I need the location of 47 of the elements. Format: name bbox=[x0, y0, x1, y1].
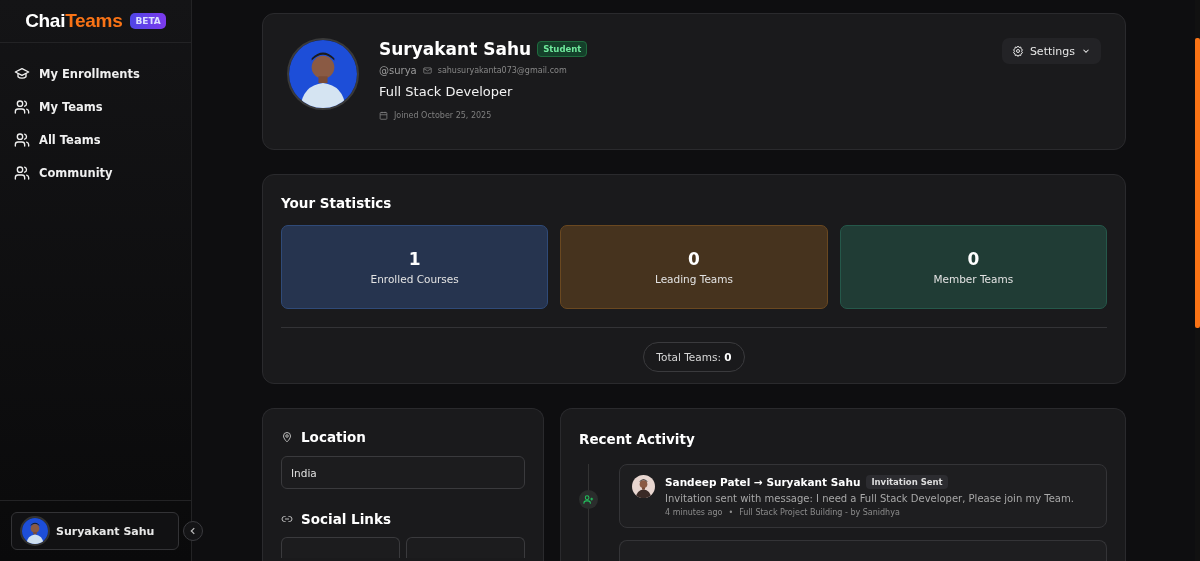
stat-label: Leading Teams bbox=[654, 272, 733, 285]
sidebar-item[interactable]: My Teams bbox=[14, 92, 177, 122]
stat-label: Enrolled Courses bbox=[370, 272, 459, 285]
link-icon bbox=[281, 513, 293, 525]
input-field[interactable] bbox=[281, 537, 400, 558]
section-title: Location bbox=[301, 429, 366, 445]
beta-badge: BETA bbox=[130, 13, 166, 29]
users-icon bbox=[14, 99, 30, 115]
map-pin-icon bbox=[281, 431, 293, 443]
stat-value: 1 bbox=[408, 248, 421, 269]
username: @surya bbox=[379, 65, 417, 76]
email: sahusuryakanta073@gmail.com bbox=[437, 66, 567, 75]
collapse-button[interactable] bbox=[183, 521, 203, 541]
activity-message: Invitation sent with message: I need a Full Stack Developer, Please join my Team. bbox=[665, 493, 1074, 504]
users-icon bbox=[14, 165, 30, 181]
sidebar-item[interactable]: Community bbox=[14, 158, 177, 188]
activity-tag: Invitation Sent bbox=[866, 475, 948, 489]
location-field[interactable]: India bbox=[281, 456, 525, 489]
activity-context: Full Stack Project Building - by Sanidhya bbox=[739, 508, 900, 517]
sidebar-item[interactable]: My Enrollments bbox=[14, 59, 177, 89]
profile-name: Suryakant Sahu bbox=[379, 39, 532, 59]
users-icon bbox=[14, 132, 30, 148]
stat-label: Member Teams bbox=[933, 272, 1014, 285]
stat-value: 0 bbox=[688, 248, 700, 269]
separator-dot: • bbox=[728, 508, 734, 517]
input-field[interactable] bbox=[406, 537, 525, 558]
stat-value: 0 bbox=[967, 248, 980, 269]
user-card[interactable]: Suryakant Sahu bbox=[11, 512, 179, 550]
activity-item[interactable] bbox=[619, 540, 1107, 561]
logo-text[interactable]: ChaiTeams bbox=[25, 10, 123, 32]
chevron-left-icon bbox=[188, 526, 198, 536]
settings-button[interactable]: Settings bbox=[1001, 38, 1101, 64]
activity-time: 4 minutes ago bbox=[665, 508, 723, 517]
role-badge: Student bbox=[537, 41, 588, 57]
section-title: Your Statistics bbox=[281, 194, 393, 211]
mail-icon bbox=[422, 66, 432, 75]
activity-title: Sandeep Patel → Suryakant Sahu bbox=[665, 476, 861, 488]
sidebar-item[interactable]: All Teams bbox=[14, 125, 177, 155]
activity-item[interactable]: Sandeep Patel → Suryakant Sahu Invitation Sent Invitation sent with message: I need a Full Stack Developer, Please join my Team. 4 minutes ago • Full Stack Project Building - by Sanidhya bbox=[619, 464, 1107, 528]
section-title: Social Links bbox=[301, 511, 391, 527]
user-name: Suryakant Sahu bbox=[56, 524, 155, 538]
joined-date: Joined October 25, 2025 bbox=[394, 111, 492, 120]
section-title: Recent Activity bbox=[579, 431, 695, 447]
headline: Full Stack Developer bbox=[379, 84, 514, 99]
graduation-cap-icon bbox=[14, 66, 30, 82]
calendar-icon bbox=[379, 111, 388, 120]
settings-icon bbox=[1011, 45, 1024, 57]
